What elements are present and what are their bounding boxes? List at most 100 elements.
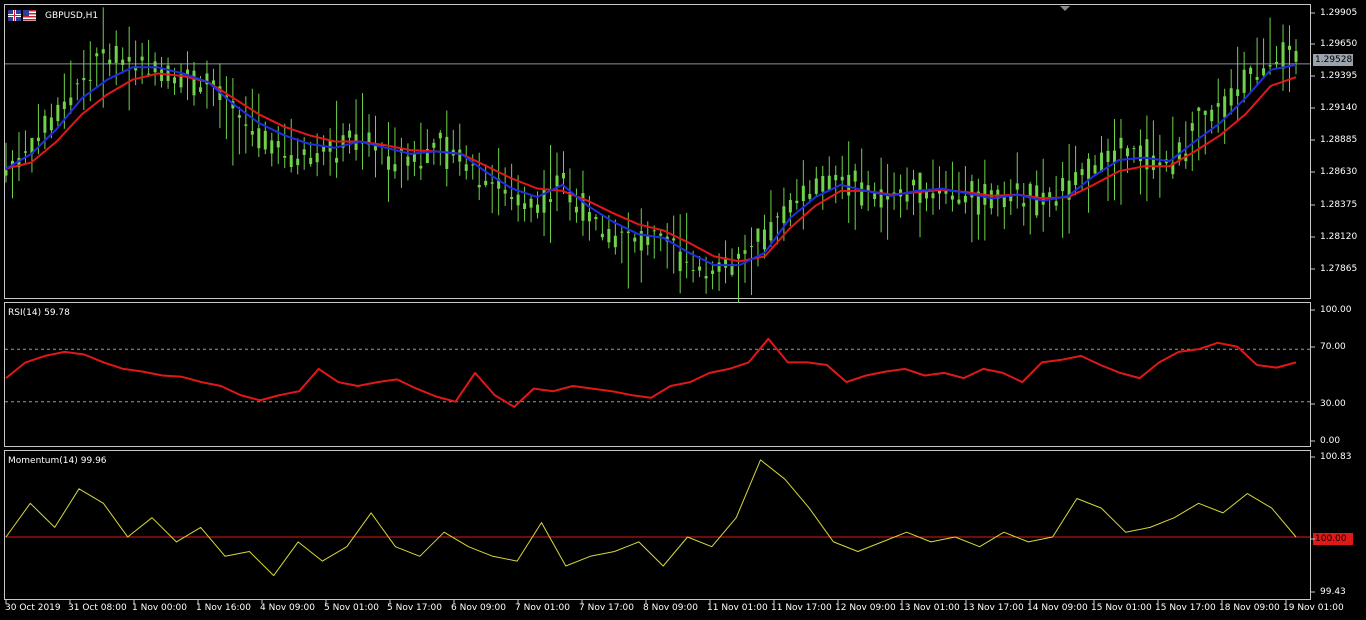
time-axis-label: 12 Nov 09:00	[835, 603, 896, 613]
price-candle	[114, 45, 118, 63]
price-candle	[160, 69, 164, 81]
price-candle	[464, 164, 468, 171]
time-axis-label: 7 Nov 01:00	[515, 603, 570, 613]
price-candle	[192, 70, 196, 96]
price-candle	[1074, 172, 1078, 185]
price-candle	[510, 197, 514, 200]
price-candle	[1294, 50, 1298, 62]
price-candle	[49, 117, 53, 131]
price-candle	[36, 137, 40, 142]
price-candle	[762, 229, 766, 250]
price-candle	[484, 180, 488, 186]
price-candle	[315, 153, 319, 163]
price-candle	[957, 199, 961, 204]
price-candle	[276, 141, 280, 148]
price-candle	[594, 216, 598, 220]
price-candle	[1288, 45, 1292, 50]
price-candle	[963, 195, 967, 203]
price-candle	[749, 246, 753, 248]
price-candle	[756, 228, 760, 242]
time-axis-label: 11 Nov 17:00	[771, 603, 832, 613]
price-candle	[250, 131, 254, 135]
price-candle	[853, 170, 857, 182]
price-candle	[620, 231, 624, 233]
price-candle	[1281, 42, 1285, 69]
price-candle	[1022, 202, 1026, 207]
price-candle	[82, 77, 86, 81]
price-candle	[950, 195, 954, 200]
price-candle	[108, 59, 112, 64]
price-candle	[840, 176, 844, 181]
price-candle	[912, 179, 916, 186]
price-candle	[743, 250, 747, 254]
price-candle	[1100, 152, 1104, 173]
price-candle	[1119, 137, 1123, 149]
price-candle	[788, 199, 792, 213]
price-candle	[166, 65, 170, 81]
price-candle	[283, 155, 287, 158]
time-axis-label: 31 Oct 08:00	[68, 603, 127, 613]
price-candle	[1268, 65, 1272, 67]
time-axis-label: 5 Nov 17:00	[387, 603, 442, 613]
price-candle	[1125, 148, 1129, 157]
price-candle	[633, 237, 637, 242]
price-candle	[1210, 109, 1214, 122]
price-candle	[516, 194, 520, 206]
price-candle	[808, 193, 812, 199]
price-candle	[561, 172, 565, 179]
price-candle	[121, 59, 125, 65]
time-axis-label: 8 Nov 09:00	[643, 603, 698, 613]
time-axis-label: 15 Nov 17:00	[1155, 603, 1216, 613]
price-candle	[56, 104, 60, 122]
time-axis-label: 11 Nov 01:00	[707, 603, 768, 613]
price-candle	[302, 149, 306, 155]
price-candle	[678, 251, 682, 272]
price-candle	[75, 83, 79, 85]
price-candle	[62, 101, 66, 110]
price-candle	[672, 238, 676, 241]
price-candle	[1080, 169, 1084, 176]
price-candle	[581, 193, 585, 221]
price-candle	[607, 228, 611, 243]
price-candle	[296, 158, 300, 166]
price-candle	[536, 204, 540, 213]
price-candle	[801, 185, 805, 202]
price-candle	[289, 155, 293, 167]
price-candle	[257, 128, 261, 149]
price-candle	[406, 156, 410, 166]
price-candle	[626, 231, 630, 234]
price-candle	[1216, 103, 1220, 107]
price-candle	[737, 253, 741, 259]
price-candle	[1236, 89, 1240, 96]
price-candle	[523, 203, 527, 209]
price-candle	[1262, 68, 1266, 76]
price-candle	[127, 56, 131, 62]
price-candle	[847, 174, 851, 196]
price-candle	[244, 124, 248, 126]
chart-window[interactable]: GBPUSD,H1 1.29905 1.29650 1.29395 1.2914…	[0, 0, 1366, 620]
price-candle	[471, 164, 475, 166]
price-candle	[237, 115, 241, 118]
chart-plot-layer	[4, 7, 1315, 604]
time-axis-label: 6 Nov 09:00	[451, 603, 506, 613]
price-candle	[1015, 183, 1019, 190]
price-candle	[827, 175, 831, 190]
price-candle	[613, 235, 617, 248]
time-axis-label: 19 Nov 01:00	[1283, 603, 1344, 613]
price-candle	[1223, 96, 1227, 118]
price-candle	[860, 182, 864, 206]
price-candle	[348, 130, 352, 138]
price-candle	[1145, 139, 1149, 170]
time-axis-label: 1 Nov 16:00	[196, 603, 251, 613]
time-axis-label: 13 Nov 17:00	[963, 603, 1024, 613]
time-axis-label: 15 Nov 01:00	[1091, 603, 1152, 613]
price-candle	[386, 156, 390, 170]
price-candle	[918, 172, 922, 203]
price-candle	[412, 153, 416, 162]
price-candle	[88, 79, 92, 81]
price-candle	[1106, 150, 1110, 162]
price-candle	[432, 142, 436, 148]
price-candle	[574, 206, 578, 213]
time-axis-label: 13 Nov 01:00	[899, 603, 960, 613]
price-candle	[322, 146, 326, 152]
